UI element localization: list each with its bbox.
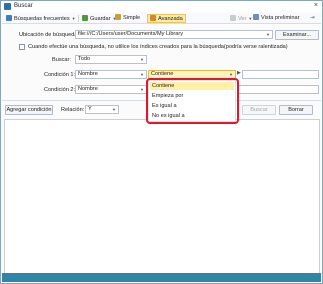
index-option-label: Cuando efectúe una búsqueda, no utilice … [28,44,288,50]
relation-value: Y [88,106,92,112]
view-icon [230,15,236,21]
browse-button[interactable]: Examinar... [275,30,319,40]
save-label: Guardar [90,16,111,22]
pin-icon[interactable]: ⇥ [310,14,315,23]
clear-button[interactable]: Borrar [279,105,313,115]
advanced-label: Avanzada [158,16,183,22]
preview-label: Vista preliminar [261,15,300,21]
status-bar [2,273,321,282]
preview-pane-icon [253,14,259,20]
advanced-search-button[interactable]: Avanzada [147,14,186,23]
relation-label: Relación: [61,107,85,113]
search-window-icon [4,3,11,10]
view-button[interactable]: Ver ▼ [230,14,252,23]
add-condition-button[interactable]: Agregar condición [5,105,53,115]
chevron-down-icon: ▼ [112,107,116,112]
location-label: Ubicación de búsqueda: [19,32,80,38]
condition2-field-value: Nombre [78,86,98,92]
browse-label: Examinar... [283,32,311,38]
chevron-down-icon: ▼ [140,87,144,92]
preview-button[interactable]: Vista preliminar [253,14,299,23]
condition1-operator-value: Contiene [151,71,174,77]
search-button-label: Buscar [250,107,268,113]
condition1-field-value: Nombre [78,71,98,77]
search-window: Buscar × Búsquedas frecuentes▼ Guardar▼ … [0,0,323,284]
simple-search-icon [115,14,121,20]
results-list[interactable] [4,119,320,276]
chevron-down-icon: ▼ [248,16,253,21]
chevron-down-icon: ▼ [140,72,144,77]
condition1-arrow-icon: ▶ [237,70,241,76]
condition1-label: Condición 1: [44,72,76,78]
condition2-field-select[interactable]: Nombre ▼ [75,85,147,94]
close-icon[interactable]: × [314,2,318,9]
save-icon [82,15,88,21]
relation-select[interactable]: Y ▼ [85,105,119,114]
chevron-down-icon: ▼ [140,57,144,62]
search-in-value: Todo [78,56,91,62]
location-value: file:///C:/Users/user/Documents/My Libra… [78,31,184,37]
location-field[interactable]: file:///C:/Users/user/Documents/My Libra… [75,30,273,39]
search-button[interactable]: Buscar [242,105,276,115]
simple-label: Simple [123,15,141,21]
simple-search-button[interactable]: Simple [115,14,140,23]
add-condition-label: Agregar condición [6,107,52,113]
frequent-searches-button[interactable]: Búsquedas frecuentes ▼ [6,14,76,23]
chevron-down-icon: ▼ [266,32,270,37]
window-title: Buscar [14,3,33,9]
toolbar-divider [78,15,79,22]
search-in-label: Buscar: [52,57,71,63]
view-label: Ver [238,16,247,22]
dropdown-highlight-outline [146,78,239,124]
star-folder-icon [6,15,12,21]
index-checkbox[interactable] [19,44,25,50]
condition2-value-input[interactable] [237,85,319,94]
condition2-label: Condición 2: [44,87,76,93]
condition1-value-input[interactable] [242,70,319,79]
advanced-search-icon [150,15,156,21]
chevron-down-icon: ▼ [229,72,233,77]
toolbar: Búsquedas frecuentes▼ Guardar▼ Simple Av… [2,13,321,24]
clear-button-label: Borrar [288,107,304,113]
chevron-down-icon: ▼ [71,16,76,21]
frequent-searches-label: Búsquedas frecuentes [14,16,70,22]
condition1-field-select[interactable]: Nombre ▼ [75,70,147,79]
title-bar: Buscar × [1,1,322,12]
save-button[interactable]: Guardar▼ [82,14,117,23]
search-in-select[interactable]: Todo ▼ [75,55,147,64]
